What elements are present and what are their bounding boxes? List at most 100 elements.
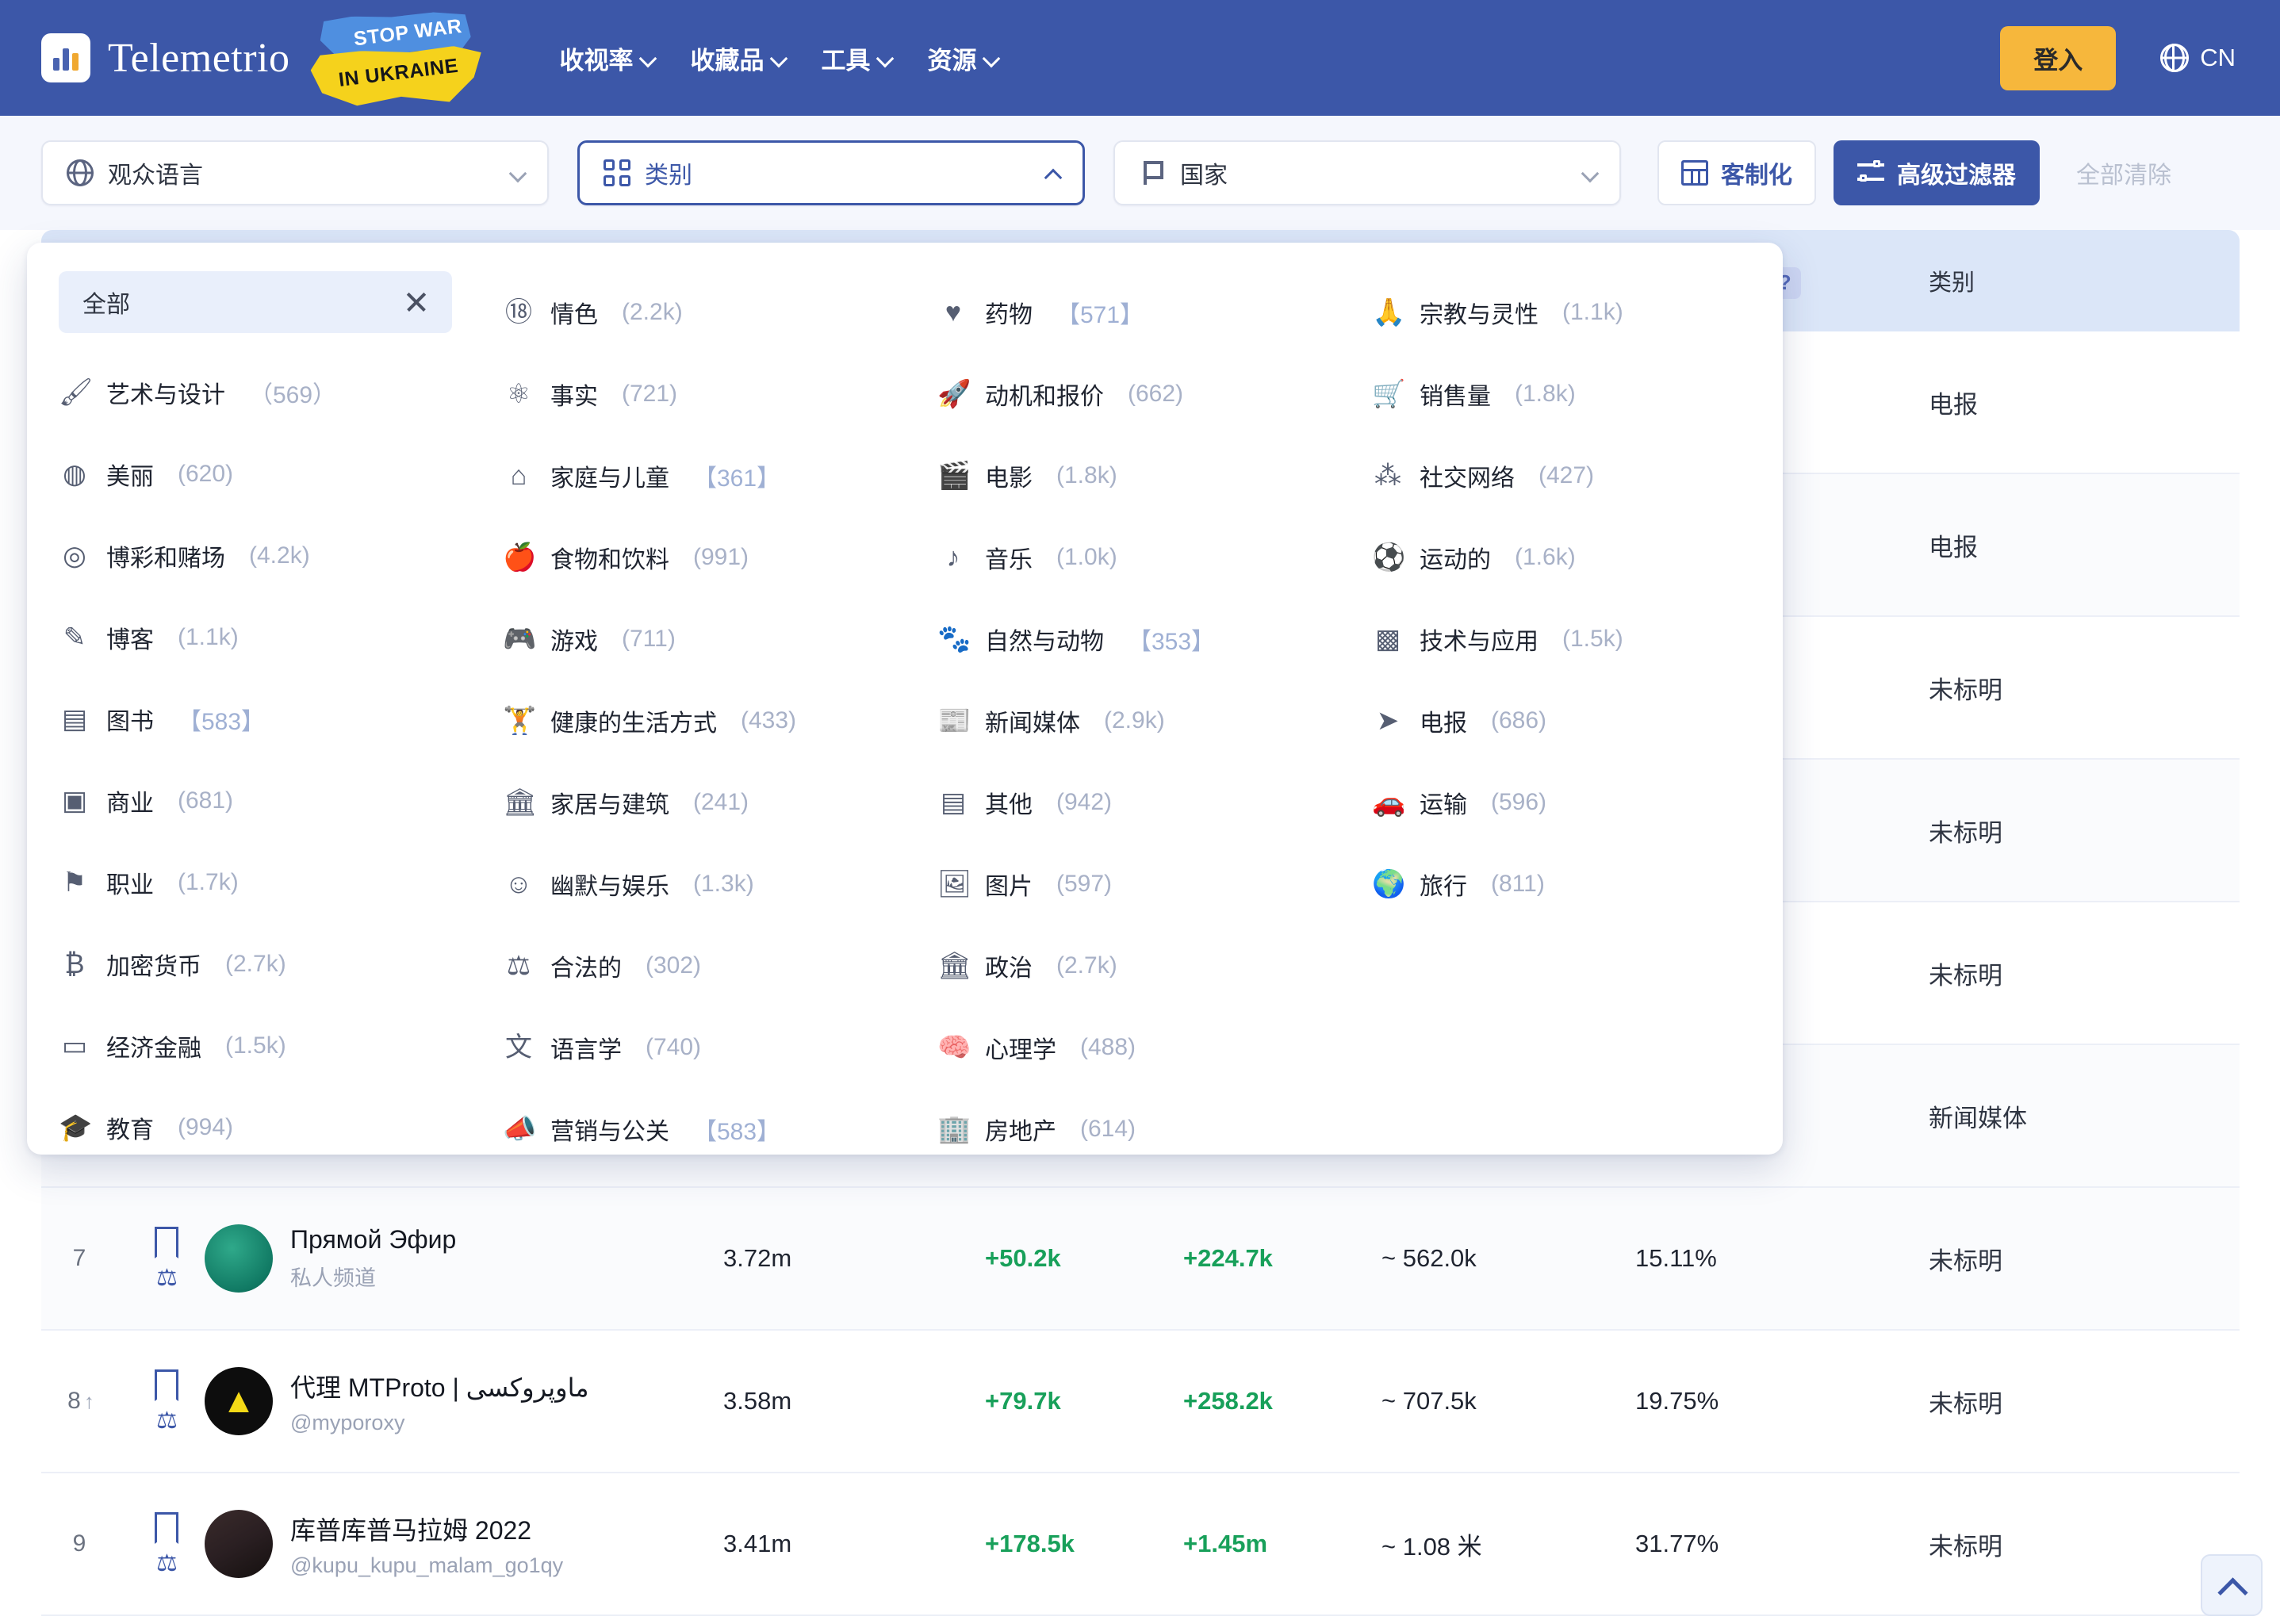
clear-all-button[interactable]: 全部清除 — [2057, 140, 2190, 205]
country-label: 国家 — [1180, 163, 1228, 189]
category-item[interactable]: 🏛 家居与建筑 (241) — [503, 761, 937, 843]
table-row[interactable]: 8 ↑ ⚖ ▲ 代理 MTProto | ماوپروکسی @myporoxy… — [41, 1331, 2240, 1473]
category-item-label: 心理学 — [985, 1036, 1056, 1063]
category-search-input[interactable] — [82, 289, 404, 316]
category-item-count: (488) — [1080, 1033, 1136, 1060]
category-item[interactable]: ♪ 音乐 (1.0k) — [937, 516, 1372, 598]
category-icon: ▭ — [61, 1031, 88, 1061]
category-item[interactable]: 🖌 艺术与设计 （569） — [59, 352, 503, 434]
category-item[interactable]: ☺ 幽默与娱乐 (1.3k) — [503, 843, 937, 925]
category-item[interactable]: ₿ 加密货币 (2.7k) — [59, 924, 503, 1005]
nav-item-tools[interactable]: 工具 — [821, 40, 891, 76]
nav-item-resources[interactable]: 资源 — [927, 40, 997, 76]
category-item[interactable]: 🚗 运输 (596) — [1372, 761, 1753, 843]
category-icon: ◍ — [63, 459, 86, 489]
category-item[interactable]: 🏛 政治 (2.7k) — [937, 925, 1372, 1006]
category-item[interactable]: 🛒 销售量 (1.8k) — [1372, 353, 1753, 435]
nav-item-collections[interactable]: 收藏品 — [690, 40, 784, 76]
category-item[interactable]: ♥ 药物 【571】 — [937, 271, 1372, 353]
category-item[interactable]: 🎮 游戏 (711) — [503, 598, 937, 680]
bookmark-icon[interactable] — [155, 1227, 178, 1258]
category-item[interactable]: 📣 营销与公关 【583】 — [503, 1088, 937, 1155]
category-item[interactable]: ◍ 美丽 (620) — [59, 434, 503, 515]
channel-title[interactable]: 库普库普马拉姆 2022 — [290, 1511, 563, 1547]
category-item-count: 【571】 — [1056, 301, 1144, 328]
category-item-label: 艺术与设计 — [106, 382, 225, 408]
category-item[interactable]: ⚽ 运动的 (1.6k) — [1372, 516, 1753, 598]
category-item[interactable]: 🚀 动机和报价 (662) — [937, 353, 1372, 435]
cell-subscribers: 3.41m — [723, 1530, 792, 1557]
category-item[interactable]: 🎬 电影 (1.8k) — [937, 435, 1372, 516]
telemetrio-logo-icon — [41, 33, 90, 82]
category-item[interactable]: ◎ 博彩和赌场 (4.2k) — [59, 515, 503, 597]
category-icon: ⚖ — [506, 950, 531, 981]
cell-category: 电报 — [1929, 390, 1978, 419]
login-button[interactable]: 登入 — [2000, 25, 2117, 90]
language-selector[interactable]: CN — [2160, 44, 2236, 72]
category-item-count: (1.6k) — [1515, 543, 1576, 570]
scroll-to-top-button[interactable] — [2201, 1554, 2263, 1616]
category-item-label: 药物 — [985, 301, 1033, 328]
category-item[interactable]: 🧠 心理学 (488) — [937, 1006, 1372, 1088]
category-item-label: 电影 — [985, 465, 1033, 492]
channel-title[interactable]: Прямой Эфир — [290, 1225, 456, 1254]
category-item-count: (811) — [1491, 870, 1545, 897]
category-item-label: 图书 — [106, 709, 154, 735]
category-item[interactable]: 🐾 自然与动物 【353】 — [937, 598, 1372, 680]
category-item[interactable]: ⚛ 事实 (721) — [503, 353, 937, 435]
category-item[interactable]: ⌂ 家庭与儿童 【361】 — [503, 435, 937, 516]
category-item[interactable]: 🏢 房地产 (614) — [937, 1088, 1372, 1155]
category-item[interactable]: ▭ 经济金融 (1.5k) — [59, 1005, 503, 1087]
category-item-count: (994) — [178, 1114, 234, 1140]
audience-language-select[interactable]: 观众语言 — [41, 140, 549, 205]
table-row[interactable]: 9 ⚖ 库普库普马拉姆 2022 @kupu_kupu_malam_go1qy … — [41, 1473, 2240, 1616]
category-item-label: 家居与建筑 — [550, 791, 669, 818]
category-item[interactable]: ✎ 博客 (1.1k) — [59, 597, 503, 679]
compare-icon[interactable]: ⚖ — [156, 1409, 178, 1433]
category-item[interactable]: ⚑ 职业 (1.7k) — [59, 842, 503, 924]
category-item-label: 情色 — [550, 301, 598, 328]
cell-delta2: +1.45m — [1183, 1530, 1268, 1557]
category-item[interactable]: 🎓 教育 (994) — [59, 1087, 503, 1155]
advanced-filter-button[interactable]: 高级过滤器 — [1834, 140, 2040, 205]
bookmark-icon[interactable] — [155, 1512, 178, 1544]
category-item[interactable]: ▩ 技术与应用 (1.5k) — [1372, 598, 1753, 680]
category-item-label: 销售量 — [1420, 383, 1491, 410]
category-item[interactable]: ⑱ 情色 (2.2k) — [503, 271, 937, 353]
category-item[interactable]: ➤ 电报 (686) — [1372, 680, 1753, 761]
category-item[interactable]: 📰 新闻媒体 (2.9k) — [937, 680, 1372, 761]
compare-icon[interactable]: ⚖ — [156, 1266, 178, 1290]
category-item[interactable]: ⚖ 合法的 (302) — [503, 925, 937, 1006]
compare-icon[interactable]: ⚖ — [156, 1552, 178, 1576]
category-item[interactable]: 🙏 宗教与灵性 (1.1k) — [1372, 271, 1753, 353]
category-item-count: (2.7k) — [1056, 952, 1117, 979]
category-item-label: 社交网络 — [1420, 465, 1515, 492]
brand-logo[interactable]: Telemetrio — [41, 33, 289, 82]
table-row[interactable]: 7 ⚖ Прямой Эфир 私人频道 3.72m +50.2k +224.7… — [41, 1188, 2240, 1331]
category-item[interactable]: 🍎 食物和饮料 (991) — [503, 516, 937, 598]
bookmark-icon[interactable] — [155, 1369, 178, 1401]
customize-button[interactable]: 客制化 — [1657, 140, 1816, 205]
category-item-count: 【583】 — [693, 1118, 781, 1145]
category-item-count: (711) — [622, 625, 676, 652]
category-item[interactable]: 🌍 旅行 (811) — [1372, 843, 1753, 925]
category-item[interactable]: 文语言学 (740) — [503, 1006, 937, 1088]
nav-label-resources: 资源 — [927, 46, 977, 75]
category-item[interactable]: 🏋 健康的生活方式 (433) — [503, 680, 937, 761]
country-select[interactable]: 国家 — [1113, 140, 1621, 205]
category-item[interactable]: ⁂ 社交网络 (427) — [1372, 435, 1753, 516]
category-search-box[interactable] — [59, 271, 452, 333]
cell-er: 31.77% — [1635, 1530, 1719, 1557]
category-item[interactable]: ▤ 其他 (942) — [937, 761, 1372, 843]
channel-title[interactable]: 代理 MTProto | ماوپروکسی — [290, 1368, 589, 1404]
cell-rank: 7 — [41, 1245, 121, 1272]
category-select[interactable]: 类别 — [577, 140, 1085, 205]
nav-item-ratings[interactable]: 收视率 — [559, 40, 653, 76]
category-item[interactable]: ▣ 商业 (681) — [59, 760, 503, 842]
close-icon[interactable] — [404, 290, 428, 314]
category-item-count: (1.8k) — [1515, 380, 1576, 407]
category-item[interactable]: ▤ 图书 【583】 — [59, 679, 503, 760]
category-item[interactable]: 🖼 图片 (597) — [937, 843, 1372, 925]
category-item-label: 运动的 — [1420, 546, 1491, 573]
category-item-label: 自然与动物 — [985, 628, 1104, 655]
